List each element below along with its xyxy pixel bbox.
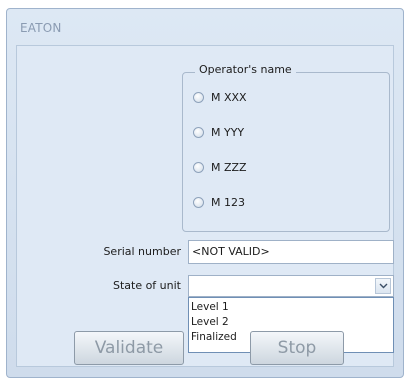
operator-option-1[interactable]: M XXX bbox=[193, 89, 247, 105]
radio-button-icon[interactable] bbox=[193, 196, 204, 208]
state-of-unit-label: State of unit bbox=[112, 279, 181, 292]
radio-button-icon[interactable] bbox=[193, 126, 204, 138]
dialog-window: EATON Operator's name M XXX M YYY M ZZZ … bbox=[6, 8, 404, 378]
operator-option-3[interactable]: M ZZZ bbox=[193, 159, 247, 175]
operator-option-label: M YYY bbox=[211, 125, 245, 139]
dropdown-option-level-1[interactable]: Level 1 bbox=[191, 300, 393, 315]
operator-option-label: M XXX bbox=[211, 90, 247, 104]
serial-number-input[interactable]: <NOT VALID> bbox=[188, 240, 394, 264]
stop-button[interactable]: Stop bbox=[250, 331, 344, 365]
window-title: EATON bbox=[20, 21, 62, 35]
radio-button-icon[interactable] bbox=[193, 161, 204, 173]
serial-number-label: Serial number bbox=[103, 245, 181, 258]
state-of-unit-select[interactable] bbox=[188, 275, 394, 297]
operator-option-2[interactable]: M YYY bbox=[193, 124, 244, 140]
dropdown-option-level-2[interactable]: Level 2 bbox=[191, 315, 393, 330]
operator-group-legend: Operator's name bbox=[195, 63, 296, 76]
dialog-body: Operator's name M XXX M YYY M ZZZ M 123 … bbox=[16, 45, 394, 367]
chevron-down-icon[interactable] bbox=[375, 278, 391, 294]
state-of-unit-value bbox=[189, 276, 393, 282]
radio-button-icon[interactable] bbox=[193, 91, 204, 103]
operator-groupbox: Operator's name M XXX M YYY M ZZZ M 123 bbox=[182, 63, 390, 232]
operator-option-label: M ZZZ bbox=[211, 160, 247, 174]
validate-button[interactable]: Validate bbox=[74, 331, 184, 365]
operator-option-label: M 123 bbox=[211, 195, 245, 209]
operator-option-4[interactable]: M 123 bbox=[193, 194, 245, 210]
